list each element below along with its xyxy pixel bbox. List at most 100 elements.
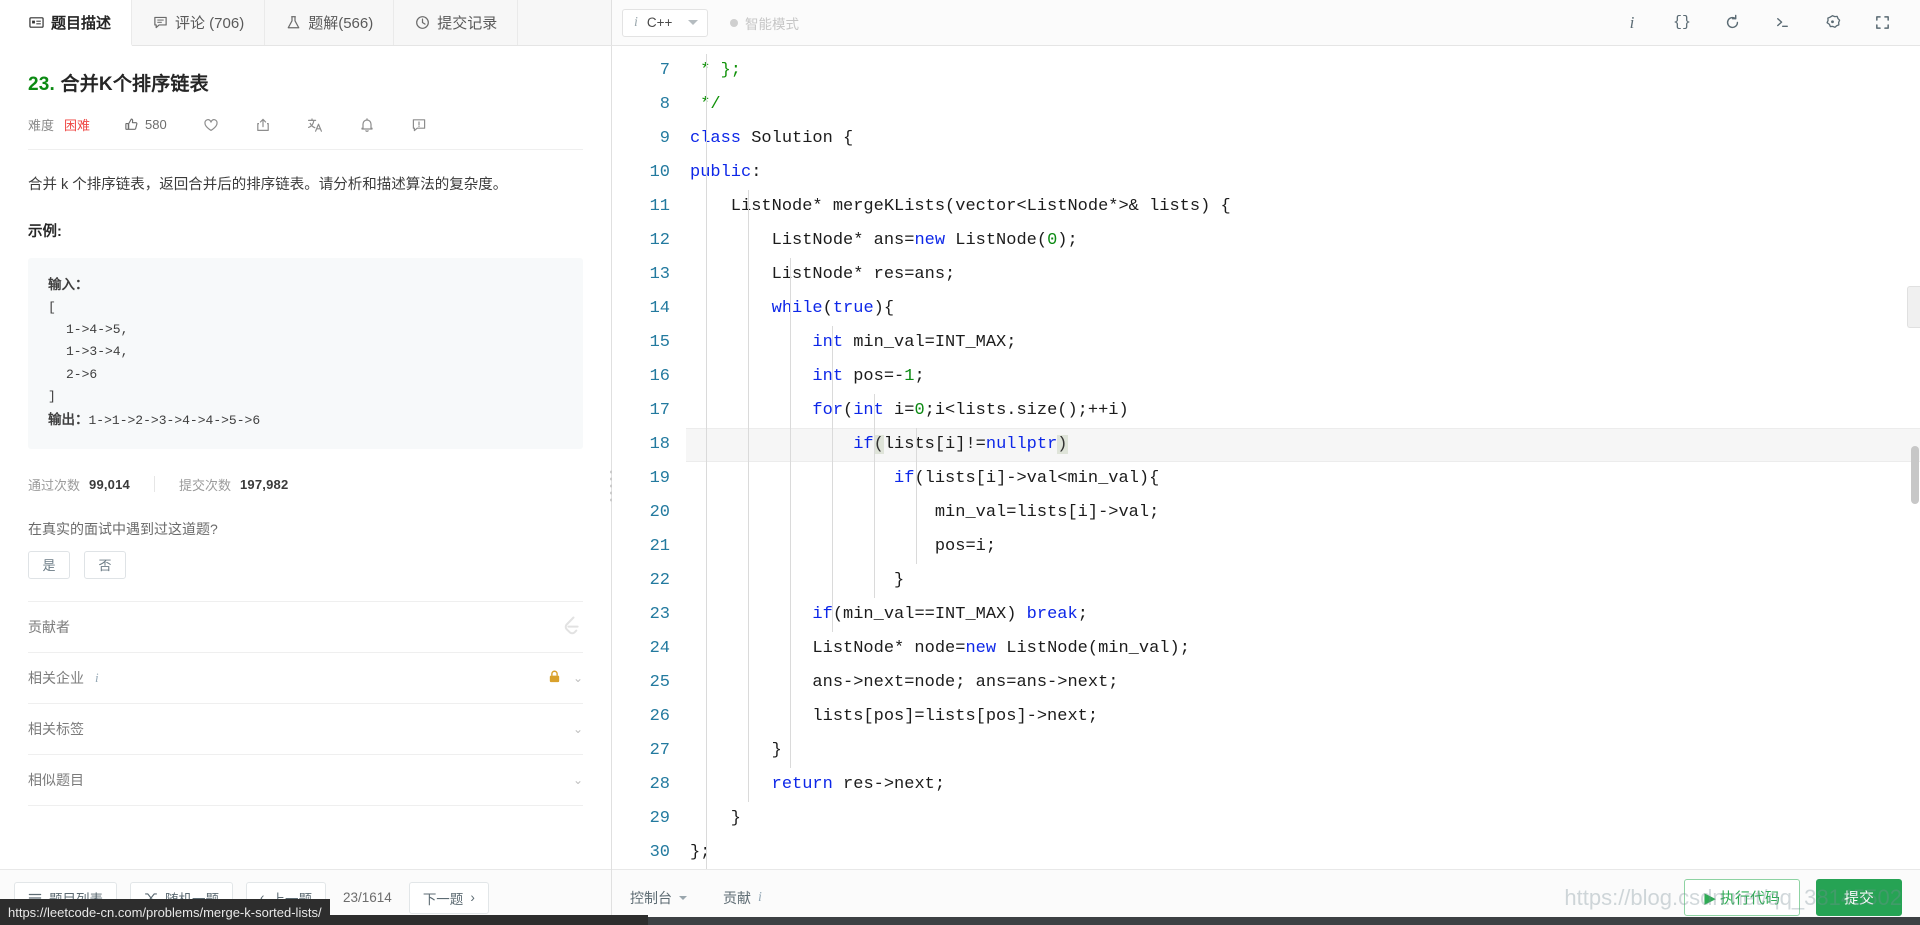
report-icon[interactable] bbox=[411, 117, 427, 133]
run-code-button[interactable]: ▶ 执行代码 bbox=[1684, 879, 1800, 916]
comment-icon bbox=[152, 15, 168, 31]
console-toggle[interactable]: 控制台 bbox=[630, 888, 687, 908]
tab-comments[interactable]: 评论 (706) bbox=[132, 0, 266, 45]
code-line[interactable]: pos=i; bbox=[686, 530, 1920, 564]
format-braces-icon[interactable]: {} bbox=[1672, 13, 1692, 33]
top-bar: 题目描述 评论 (706) 题解(566) 提交记录 i C++ 智能模式 i … bbox=[0, 0, 1920, 46]
code-line[interactable]: return res->next; bbox=[686, 768, 1920, 802]
interview-question-text: 在真实的面试中遇到过这道题? bbox=[28, 520, 218, 537]
indent-guide bbox=[748, 190, 749, 802]
problem-number: 23. bbox=[28, 74, 56, 95]
code-line[interactable]: public: bbox=[686, 156, 1920, 190]
page-title: 23. 合并K个排序链表 bbox=[28, 69, 583, 96]
example-code-block: 输入： [ 1->4->5, 1->3->4, 2->6 ] 输出：1->1->… bbox=[28, 258, 583, 449]
code-editor-panel: 7 8 9 10 11 12 13 14 15 16 17 18 19 20 21 22 23 24 25 26 27 2… bbox=[612, 46, 1920, 925]
reset-icon[interactable] bbox=[1722, 13, 1742, 33]
language-selector[interactable]: i C++ bbox=[622, 8, 708, 37]
section-tags[interactable]: 相关标签 ⌄ bbox=[28, 704, 583, 755]
next-problem-button[interactable]: 下一题 › bbox=[408, 881, 489, 914]
share-icon[interactable] bbox=[255, 117, 271, 133]
language-selector-value: C++ bbox=[646, 15, 673, 30]
fullscreen-icon[interactable] bbox=[1872, 13, 1892, 33]
editor-toolbar-icons: i {} bbox=[1622, 13, 1906, 33]
line-number: 16 bbox=[649, 367, 670, 386]
favorite-heart-icon[interactable] bbox=[203, 117, 219, 133]
code-line[interactable]: } bbox=[686, 564, 1920, 598]
code-lines[interactable]: * }; */class Solution {public: ListNode*… bbox=[686, 46, 1920, 869]
yes-button[interactable]: 是 bbox=[28, 550, 70, 579]
code-line[interactable]: lists[pos]=lists[pos]->next; bbox=[686, 700, 1920, 734]
example-input-line: ] bbox=[48, 389, 56, 405]
info-icon[interactable]: i bbox=[1622, 13, 1642, 33]
code-line[interactable]: */ bbox=[686, 88, 1920, 122]
code-line[interactable]: } bbox=[686, 802, 1920, 836]
leetcode-problem-page: 题目描述 评论 (706) 题解(566) 提交记录 i C++ 智能模式 i … bbox=[0, 0, 1920, 925]
chevron-down-icon bbox=[688, 20, 698, 25]
code-line[interactable]: }; bbox=[686, 836, 1920, 869]
example-output-row: 输出：1->1->2->3->4->4->5->6 bbox=[48, 408, 563, 432]
bell-icon[interactable] bbox=[359, 117, 375, 133]
like-button[interactable]: 580 bbox=[124, 117, 167, 132]
code-line[interactable]: if(min_val==INT_MAX) break; bbox=[686, 598, 1920, 632]
problem-tabs: 题目描述 评论 (706) 题解(566) 提交记录 bbox=[0, 0, 612, 46]
line-number: 29 bbox=[649, 809, 670, 828]
no-button[interactable]: 否 bbox=[84, 550, 126, 579]
indent-guide bbox=[832, 326, 833, 632]
status-badge: 困难 bbox=[64, 118, 91, 133]
example-heading: 示例: bbox=[28, 224, 62, 241]
example-output-label: 输出： bbox=[48, 412, 89, 428]
terminal-icon[interactable] bbox=[1772, 13, 1792, 33]
section-similar[interactable]: 相似题目 ⌄ bbox=[28, 755, 583, 806]
code-line[interactable]: class Solution { bbox=[686, 122, 1920, 156]
example-input-line: 2->6 bbox=[66, 366, 98, 382]
section-tags-label: 相关标签 bbox=[28, 720, 84, 737]
code-line[interactable]: * }; bbox=[686, 54, 1920, 88]
code-line[interactable]: int pos=-1; bbox=[686, 360, 1920, 394]
code-line[interactable]: for(int i=0;i<lists.size();++i) bbox=[686, 394, 1920, 428]
section-contributors[interactable]: 贡献者 bbox=[28, 602, 583, 653]
line-number: 25 bbox=[649, 673, 670, 692]
line-number: 23 bbox=[649, 605, 670, 624]
code-line[interactable]: ans->next=node; ans=ans->next; bbox=[686, 666, 1920, 700]
contribute-button[interactable]: 贡献 i bbox=[723, 888, 762, 908]
code-line[interactable]: ListNode* node=new ListNode(min_val); bbox=[686, 632, 1920, 666]
description-icon bbox=[28, 14, 44, 30]
code-line[interactable]: } bbox=[686, 734, 1920, 768]
code-line[interactable]: if(lists[i]!=nullptr) bbox=[686, 428, 1920, 462]
gear-icon[interactable] bbox=[1822, 13, 1842, 33]
interview-answer-buttons: 是 否 bbox=[28, 550, 583, 602]
editor-vertical-scrollbar[interactable] bbox=[1911, 446, 1919, 504]
code-line[interactable]: ListNode* mergeKLists(vector<ListNode*>&… bbox=[686, 190, 1920, 224]
code-line[interactable]: int min_val=INT_MAX; bbox=[686, 326, 1920, 360]
editor-side-tab[interactable] bbox=[1907, 286, 1920, 328]
tab-description[interactable]: 题目描述 bbox=[0, 0, 133, 46]
tab-submissions-label: 提交记录 bbox=[437, 15, 498, 32]
stats-divider bbox=[153, 476, 155, 493]
smart-mode-indicator-icon bbox=[730, 18, 738, 27]
code-editor[interactable]: 7 8 9 10 11 12 13 14 15 16 17 18 19 20 21 22 23 24 25 26 27 2… bbox=[612, 46, 1920, 869]
translate-icon[interactable] bbox=[307, 117, 323, 133]
leetcode-logo-icon bbox=[559, 613, 583, 640]
tab-submissions[interactable]: 提交记录 bbox=[394, 0, 519, 45]
smart-mode-toggle[interactable]: 智能模式 bbox=[730, 13, 799, 33]
line-number: 9 bbox=[659, 129, 670, 148]
code-line[interactable]: ListNode* ans=new ListNode(0); bbox=[686, 224, 1920, 258]
code-line[interactable]: while(true){ bbox=[686, 292, 1920, 326]
line-number: 26 bbox=[649, 707, 670, 726]
chevron-down-icon: ⌄ bbox=[572, 772, 583, 787]
lock-icon bbox=[547, 669, 562, 687]
line-number: 14 bbox=[649, 299, 670, 318]
submit-button[interactable]: 提交 bbox=[1815, 879, 1902, 916]
info-icon: i bbox=[758, 889, 762, 905]
example-input-line: [ bbox=[48, 299, 56, 315]
line-number: 17 bbox=[649, 401, 670, 420]
section-companies[interactable]: 相关企业 i ⌄ bbox=[28, 653, 583, 704]
tab-solutions[interactable]: 题解(566) bbox=[265, 0, 395, 45]
chevron-down-icon: ⌄ bbox=[572, 721, 583, 736]
smart-mode-label: 智能模式 bbox=[745, 16, 799, 32]
code-line[interactable]: min_val=lists[i]->val; bbox=[686, 496, 1920, 530]
code-line[interactable]: if(lists[i]->val<min_val){ bbox=[686, 462, 1920, 496]
line-number-gutter: 7 8 9 10 11 12 13 14 15 16 17 18 19 20 21 22 23 24 25 26 27 2… bbox=[612, 46, 686, 869]
like-count: 580 bbox=[145, 117, 167, 132]
code-line[interactable]: ListNode* res=ans; bbox=[686, 258, 1920, 292]
